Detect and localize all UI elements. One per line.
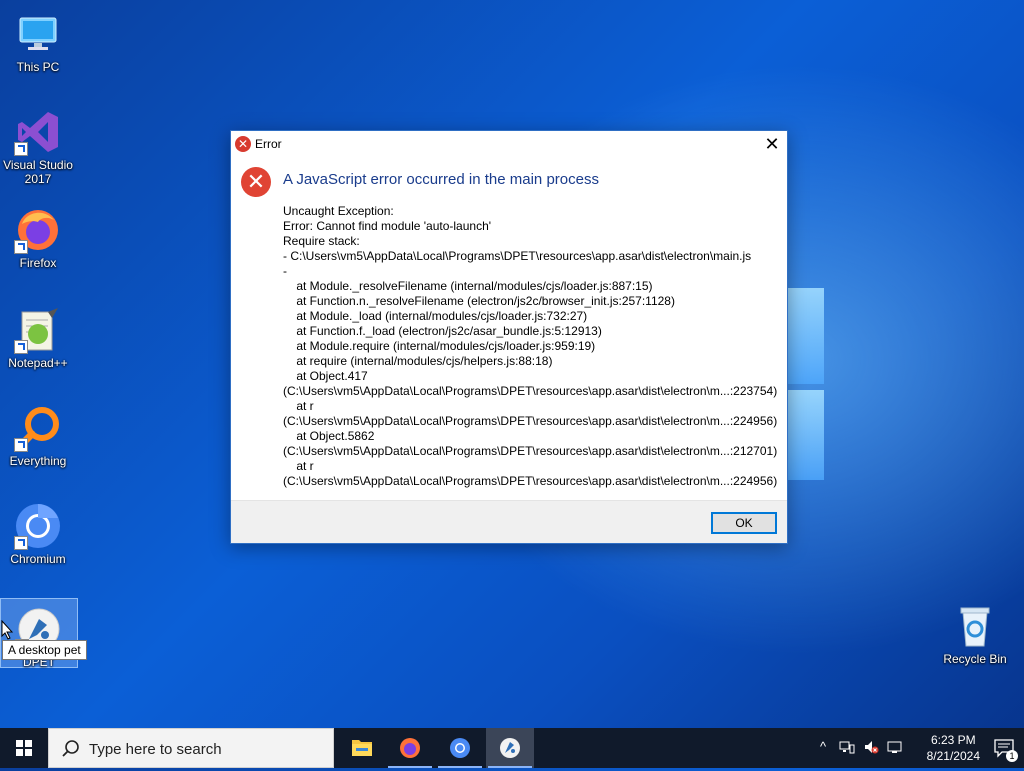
desktop-icon-visual-studio[interactable]: Visual Studio 2017 xyxy=(0,102,76,186)
close-button[interactable]: ✕ xyxy=(757,131,787,157)
search-icon xyxy=(62,740,79,757)
action-center-icon[interactable]: 1 xyxy=(992,736,1018,762)
desktop-icon-this-pc[interactable]: This PC xyxy=(0,4,76,74)
chromium-icon xyxy=(14,502,62,550)
shortcut-arrow-icon xyxy=(14,536,28,550)
error-heading: A JavaScript error occurred in the main … xyxy=(283,171,599,188)
taskbar: Type here to search ^ 6:23 PM 8/21/2024 … xyxy=(0,728,1024,768)
taskbar-app-file-explorer[interactable] xyxy=(338,728,386,768)
desktop-icon-recycle-bin[interactable]: Recycle Bin xyxy=(937,596,1013,666)
dialog-title: Error xyxy=(255,137,282,151)
windows-start-icon xyxy=(16,740,32,756)
notification-badge: 1 xyxy=(1006,750,1018,762)
desktop-icon-label: Visual Studio 2017 xyxy=(3,158,73,186)
desktop-icon-chromium[interactable]: Chromium xyxy=(0,496,76,566)
windows-logo-wallpaper xyxy=(786,288,826,488)
tooltip: A desktop pet xyxy=(2,640,87,660)
shortcut-arrow-icon xyxy=(14,340,28,354)
firefox-icon xyxy=(14,206,62,254)
desktop-icon-label: Recycle Bin xyxy=(943,652,1007,666)
ok-button[interactable]: OK xyxy=(711,512,777,534)
recycle-bin-icon xyxy=(951,602,999,650)
desktop-icon-everything[interactable]: Everything xyxy=(0,398,76,468)
desktop-icon-notepad-plus-plus[interactable]: Notepad++ xyxy=(0,300,76,370)
chevron-up-icon[interactable]: ^ xyxy=(815,739,831,755)
shortcut-arrow-icon xyxy=(14,438,28,452)
visual-studio-icon xyxy=(14,108,62,156)
clock-date: 8/21/2024 xyxy=(926,749,980,763)
taskbar-app-dpet[interactable] xyxy=(486,728,534,768)
shortcut-arrow-icon xyxy=(14,240,28,254)
chromium-icon xyxy=(450,738,470,758)
desktop-icon-label: Chromium xyxy=(10,552,66,566)
error-message: Uncaught Exception: Error: Cannot find m… xyxy=(283,204,778,488)
computer-icon xyxy=(14,10,62,58)
notepad-plus-plus-icon xyxy=(14,306,62,354)
everything-search-icon xyxy=(14,404,62,452)
desktop-icon-label: Everything xyxy=(9,454,67,468)
taskbar-search-box[interactable]: Type here to search xyxy=(48,728,334,768)
folder-icon xyxy=(352,740,372,756)
error-dialog: ✕ Error ✕ ✕ A JavaScript error occurred … xyxy=(230,130,788,544)
taskbar-app-chromium[interactable] xyxy=(436,728,484,768)
dialog-footer: OK xyxy=(231,500,787,543)
start-button[interactable] xyxy=(0,728,48,768)
firefox-icon xyxy=(400,738,420,758)
clock-time: 6:23 PM xyxy=(930,733,976,747)
desktop-icon-label: This PC xyxy=(16,60,60,74)
taskbar-app-firefox[interactable] xyxy=(386,728,434,768)
dialog-titlebar[interactable]: ✕ Error ✕ xyxy=(231,131,787,157)
display-icon[interactable] xyxy=(887,739,903,755)
error-icon: ✕ xyxy=(241,167,271,197)
dpet-icon xyxy=(500,738,520,758)
desktop-icon-label: Notepad++ xyxy=(8,356,68,370)
desktop-icon-firefox[interactable]: Firefox xyxy=(0,200,76,270)
network-icon[interactable] xyxy=(839,739,855,755)
volume-muted-icon[interactable] xyxy=(863,739,879,755)
shortcut-arrow-icon xyxy=(14,142,28,156)
error-small-icon: ✕ xyxy=(235,136,251,152)
system-clock[interactable]: 6:23 PM 8/21/2024 xyxy=(927,732,980,764)
search-placeholder: Type here to search xyxy=(89,741,222,758)
desktop-icon-label: Firefox xyxy=(19,256,57,270)
